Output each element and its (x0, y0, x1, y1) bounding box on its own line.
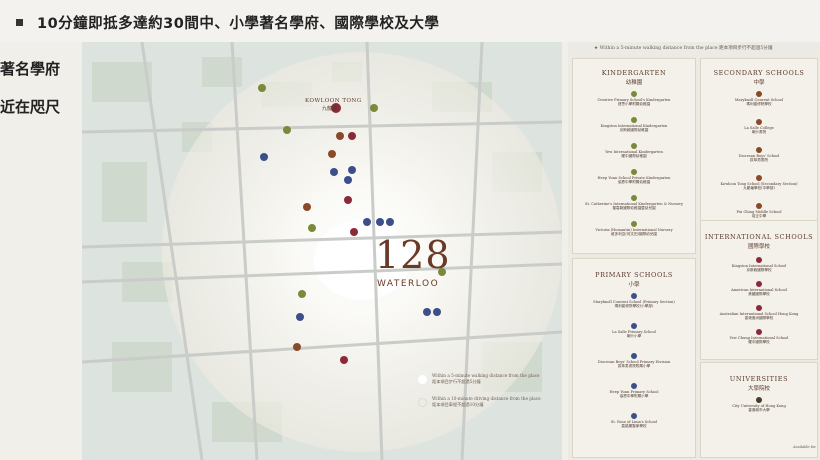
international-item: Kingston International School 京斯敦國際學校 (701, 257, 817, 273)
primary-item: Maryknoll Convent School (Primary Sectio… (573, 293, 695, 309)
side-line-1: 著名學府 (0, 60, 61, 78)
kindergarten-item: Yew International Kindergarten 耀中國際幼稚園 (573, 143, 695, 159)
international-title-zh: 國際學校 (747, 244, 770, 250)
marker-3-icon (756, 147, 762, 153)
marker-3-icon (631, 143, 637, 149)
secondary-item: Kowloon Tong School (Secondary Section) 九… (701, 175, 817, 191)
panel-top-note: ★ Within a 5-minute walking distance fro… (594, 46, 773, 51)
secondary-item: La Salle College 喇沙書院 (701, 119, 817, 135)
side-line-2: 近在咫尺 (0, 98, 61, 116)
kowloon-tong-label-zh: 九龍塘 (322, 106, 338, 112)
primary-item: Heep Yunn Primary School 協恩中學附屬小學 (573, 383, 695, 399)
marker-2-icon (756, 119, 762, 125)
secondary-title-zh: 中學 (753, 80, 765, 86)
legend-10min-en: Within a 10-minute driving distance from… (432, 396, 541, 401)
primary-title: PRIMARY SCHOOLS (595, 271, 673, 279)
panel-footnote: Available for (793, 445, 816, 449)
marker-1-icon (631, 293, 637, 299)
marker-5-icon (756, 203, 762, 209)
marker-1-icon (756, 397, 762, 403)
secondary-item: Pui Ching Middle School 培正中學 (701, 203, 817, 219)
primary-item: La Salle Primary School 喇沙小學 (573, 323, 695, 339)
marker-4-icon (631, 169, 637, 175)
marker-1-icon (756, 257, 762, 263)
kindergarten-title-zh: 幼稚園 (625, 80, 643, 86)
marker-4-icon (631, 383, 637, 389)
international-item: Australian International School Hong Kon… (701, 305, 817, 321)
marker-4-icon (756, 329, 762, 335)
ten-minute-legend-icon (418, 398, 427, 407)
legend-5min-en: Within a 5-minute walking distance from … (432, 373, 540, 378)
kindergarten-item: Victoria (Homantin) International Nurser… (573, 221, 695, 237)
brand-name: WATERLOO (377, 279, 440, 289)
headline: 10分鐘即抵多達約30間中、小學著名學府、國際學校及大學 (16, 12, 439, 33)
headline-text: 10分鐘即抵多達約30間中、小學著名學府、國際學校及大學 (37, 16, 440, 32)
primary-item: St. Rose of Lima's School 嘉諾撒聖家學校 (573, 413, 695, 429)
marker-2-icon (631, 323, 637, 329)
marker-1-icon (756, 91, 762, 97)
universities-title: UNIVERSITIES (729, 375, 789, 383)
bullet-icon (16, 19, 23, 26)
marker-3-icon (756, 305, 762, 311)
kindergarten-item: Heep Yunn School Private Kindergarten 協恩中… (573, 169, 695, 185)
legend-10min-zh: 距本項目車程不超過10分鐘 (432, 402, 484, 407)
secondary-item: Maryknoll Convent School 瑪利諾修院學校 (701, 91, 817, 107)
marker-3-icon (631, 353, 637, 359)
universities-card: UNIVERSITIES 大學院校 City University of Hon… (700, 362, 818, 458)
international-item: Yew Chung International School 耀中國際學校 (701, 329, 817, 345)
marker-5-icon (631, 195, 637, 201)
marker-1-icon (631, 91, 637, 97)
international-title: INTERNATIONAL SCHOOLS (704, 233, 814, 241)
secondary-item: Diocesan Boys' School 拔萃男書院 (701, 147, 817, 163)
five-minute-legend-icon (418, 375, 427, 384)
marker-2-icon (631, 117, 637, 123)
kindergarten-title: KINDERGARTEN (601, 69, 667, 77)
marker-5-icon (631, 413, 637, 419)
kindergarten-item: Creative Primary School's Kindergarten 啓思… (573, 91, 695, 107)
location-map: KOWLOON TONG 九龍塘 128 WATERLOO Within a 5… (82, 42, 820, 460)
kindergarten-item: Kingston International Kindergarten 京斯敦國際… (573, 117, 695, 133)
university-item: City University of Hong Kong 香港城市大學 (701, 397, 817, 413)
marker-4-icon (756, 175, 762, 181)
marker-6-icon (631, 221, 637, 227)
kindergarten-card: KINDERGARTEN 幼稚園 Creative Primary School… (572, 58, 696, 254)
international-card: INTERNATIONAL SCHOOLS 國際學校 Kingston Inte… (700, 220, 818, 360)
legend-5min-zh: 距本項目步行不超過5分鐘 (432, 379, 481, 384)
universities-title-zh: 大學院校 (747, 386, 770, 392)
secondary-title: SECONDARY SCHOOLS (713, 69, 805, 77)
primary-item: Diocesan Boys' School Primary Division 拔萃… (573, 353, 695, 369)
primary-title-zh: 小學 (628, 282, 640, 288)
international-item: American International School 美國國際學校 (701, 281, 817, 297)
brand-number: 128 (375, 233, 451, 277)
primary-card: PRIMARY SCHOOLS 小學 Maryknoll Convent Sch… (572, 258, 696, 458)
kowloon-tong-label: KOWLOON TONG (305, 98, 362, 104)
kindergarten-item: St. Catherine's International Kindergart… (573, 195, 695, 211)
marker-2-icon (756, 281, 762, 287)
